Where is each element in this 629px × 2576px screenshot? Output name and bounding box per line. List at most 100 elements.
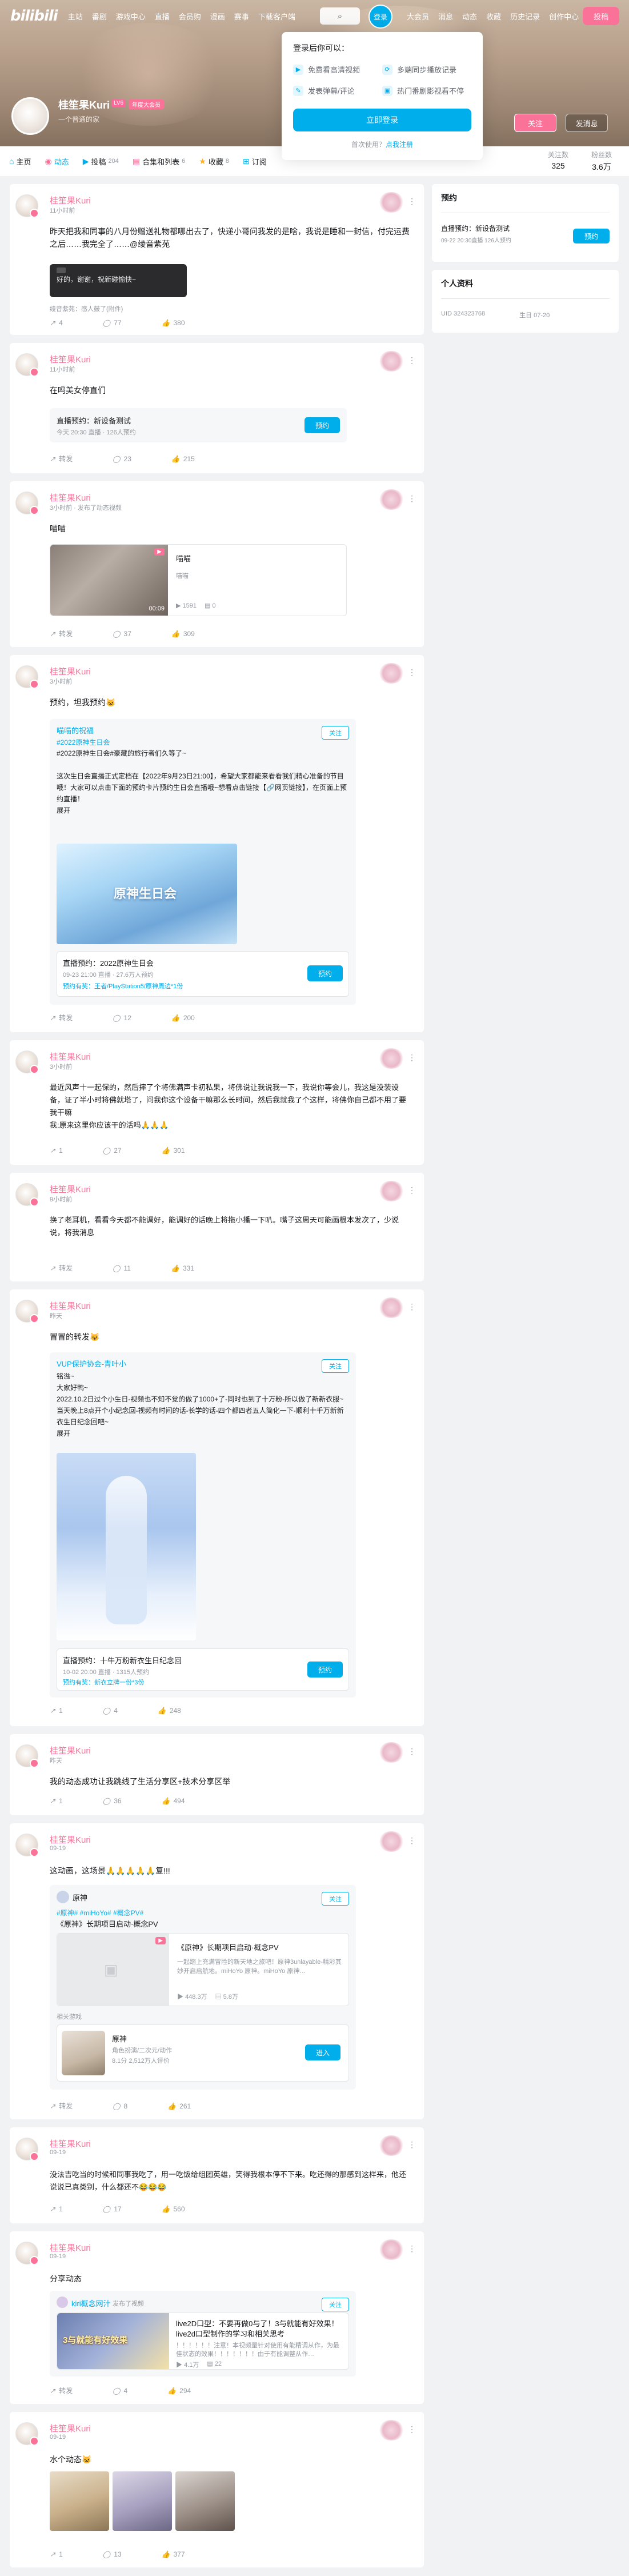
upload-button[interactable]: 投稿 xyxy=(583,7,619,25)
nav-main[interactable]: 主站 xyxy=(68,11,83,22)
follow-button[interactable]: 关注 xyxy=(322,2298,349,2311)
forward-author[interactable]: kiri概念网汁 xyxy=(71,2298,111,2309)
like-button[interactable]: 👍 331 xyxy=(171,1264,194,1272)
nav-message[interactable]: 消息 xyxy=(438,11,453,22)
share-button[interactable]: ↗ 1 xyxy=(50,2205,63,2213)
post-author[interactable]: 桂笙果Kuri xyxy=(50,492,91,504)
search-icon[interactable]: ⌕ xyxy=(320,7,360,25)
comment-button[interactable]: ◯ 77 xyxy=(103,319,122,327)
post-author[interactable]: 桂笙果Kuri xyxy=(50,194,91,206)
avatar[interactable] xyxy=(15,2242,39,2265)
stat-fans[interactable]: 粉丝数 3.6万 xyxy=(591,150,612,173)
reserve-button[interactable]: 预约 xyxy=(307,965,343,981)
nav-history[interactable]: 历史记录 xyxy=(510,11,540,22)
post-author[interactable]: 桂笙果Kuri xyxy=(50,2422,91,2434)
comment-button[interactable]: ◯ 8 xyxy=(113,2102,127,2110)
nav-dynamic[interactable]: 动态 xyxy=(462,11,477,22)
tab-upload[interactable]: ▶ 投稿 204 xyxy=(83,156,119,167)
like-button[interactable]: 👍 494 xyxy=(162,1797,185,1805)
forward-author[interactable]: 原神 xyxy=(73,1892,87,1903)
avatar[interactable] xyxy=(15,1834,39,1857)
share-button[interactable]: ↗ 1 xyxy=(50,1147,63,1155)
nav-manga[interactable]: 漫画 xyxy=(210,11,225,22)
reserve-button[interactable]: 预约 xyxy=(307,1662,343,1678)
share-button[interactable]: ↗ 转发 xyxy=(50,1263,73,1273)
like-button[interactable]: 👍 261 xyxy=(167,2102,191,2110)
topic-tag[interactable]: #2022原神生日会 xyxy=(57,737,110,747)
share-button[interactable]: ↗ 1 xyxy=(50,1797,63,1805)
comment-button[interactable]: ◯ 37 xyxy=(113,630,131,638)
comment-button[interactable]: ◯ 11 xyxy=(113,1264,131,1272)
comment-button[interactable]: ◯ 23 xyxy=(113,455,131,463)
avatar[interactable] xyxy=(15,194,39,218)
follow-button[interactable]: 关注 xyxy=(514,114,556,132)
photo-thumb[interactable] xyxy=(113,2471,172,2531)
avatar[interactable] xyxy=(15,353,39,377)
forward-author[interactable]: 喵喵的祝福 xyxy=(57,725,94,736)
post-author[interactable]: 桂笙果Kuri xyxy=(50,1744,91,1756)
post-author[interactable]: 桂笙果Kuri xyxy=(50,1834,91,1846)
avatar[interactable] xyxy=(15,2138,39,2161)
like-button[interactable]: 👍 200 xyxy=(171,1014,195,1022)
like-button[interactable]: 👍 215 xyxy=(171,455,195,463)
more-icon[interactable]: ⋮ xyxy=(408,197,416,206)
avatar[interactable] xyxy=(15,665,39,689)
post-author[interactable]: 桂笙果Kuri xyxy=(50,2242,91,2254)
share-button[interactable]: ↗ 1 xyxy=(50,1707,63,1715)
stat-following[interactable]: 关注数 325 xyxy=(548,150,568,173)
topic-tag[interactable]: #原神# #miHoYo# #概念PV# xyxy=(57,1908,143,1918)
post-author[interactable]: 桂笙果Kuri xyxy=(50,665,91,677)
forwarded-post[interactable]: kiri概念网汁 发布了视频 关注 3与就能有好效果 live2D口型：不要再做… xyxy=(50,2291,356,2377)
video-card[interactable]: ▣ ▶ 《原神》长期项目启动·概念PV 一起踏上充满冒险的新天地之旅吧！原神3u… xyxy=(57,1933,349,2006)
forwarded-post[interactable]: 原神 关注 #原神# #miHoYo# #概念PV# 《原神》长期项目启动·概念… xyxy=(50,1885,356,2090)
live-reserve-card[interactable]: 直播预约：2022原神生日会 09-23 21:00 直播 · 27.6万人预约… xyxy=(57,951,349,997)
post-author[interactable]: 桂笙果Kuri xyxy=(50,1300,91,1312)
forwarded-post[interactable]: 喵喵的祝福 关注 #2022原神生日会 #2022原神生日会#豪藏的旅行者们久等… xyxy=(50,719,356,1005)
share-button[interactable]: ↗ 4 xyxy=(50,319,63,327)
nav-game[interactable]: 游戏中心 xyxy=(116,11,146,22)
tab-favorite[interactable]: ★ 收藏 8 xyxy=(199,156,229,167)
reserve-button[interactable]: 预约 xyxy=(573,229,610,243)
nav-live[interactable]: 直播 xyxy=(155,11,170,22)
bilibili-logo[interactable]: bilibili xyxy=(10,7,58,25)
more-icon[interactable]: ⋮ xyxy=(408,2425,416,2434)
more-icon[interactable]: ⋮ xyxy=(408,1836,416,1846)
forward-author[interactable]: VUP保护协会-青叶小 xyxy=(57,1358,126,1369)
like-button[interactable]: 👍 377 xyxy=(162,2550,185,2558)
login-button[interactable]: 立即登录 xyxy=(293,109,471,131)
comment-button[interactable]: ◯ 4 xyxy=(103,1707,118,1715)
share-button[interactable]: ↗ 转发 xyxy=(50,454,73,464)
tab-home[interactable]: ⌂ 主页 xyxy=(9,156,31,167)
comment-button[interactable]: ◯ 36 xyxy=(103,1797,122,1805)
nav-anime[interactable]: 番剧 xyxy=(92,11,107,22)
avatar[interactable] xyxy=(15,1744,39,1768)
share-button[interactable]: ↗ 转发 xyxy=(50,2386,73,2395)
photo-thumb[interactable] xyxy=(175,2471,235,2531)
avatar[interactable] xyxy=(15,2422,39,2446)
message-button[interactable]: 发消息 xyxy=(566,114,608,132)
tab-dynamic[interactable]: ◉ 动态 xyxy=(45,156,69,167)
nav-download[interactable]: 下载客户端 xyxy=(258,11,295,22)
more-icon[interactable]: ⋮ xyxy=(408,2140,416,2150)
post-author[interactable]: 桂笙果Kuri xyxy=(50,2138,91,2150)
avatar[interactable] xyxy=(15,1183,39,1207)
register-link[interactable]: 点我注册 xyxy=(386,141,413,149)
like-button[interactable]: 👍 380 xyxy=(162,319,185,327)
enter-game-button[interactable]: 进入 xyxy=(305,2044,340,2060)
more-icon[interactable]: ⋮ xyxy=(408,668,416,677)
nav-vip[interactable]: 大会员 xyxy=(407,11,429,22)
login-avatar-button[interactable]: 登录 xyxy=(368,5,392,29)
game-card[interactable]: 原神 角色扮演/二次元/动作 8.1分 2,512万人评价 进入 xyxy=(57,2024,349,2082)
more-icon[interactable]: ⋮ xyxy=(408,1302,416,1312)
tab-collection[interactable]: ▤ 合集和列表 6 xyxy=(133,156,185,167)
like-button[interactable]: 👍 309 xyxy=(171,630,195,638)
follow-button[interactable]: 关注 xyxy=(322,1892,349,1906)
more-icon[interactable]: ⋮ xyxy=(408,356,416,365)
post-author[interactable]: 桂笙果Kuri xyxy=(50,353,91,365)
nav-creator[interactable]: 创作中心 xyxy=(549,11,579,22)
costume-image[interactable] xyxy=(57,1453,196,1640)
nav-favorite[interactable]: 收藏 xyxy=(486,11,501,22)
forwarded-post[interactable]: VUP保护协会-青叶小 关注 铭溢~ 大家好鸭~ 2022.10.2日过个小生日… xyxy=(50,1352,356,1698)
post-author[interactable]: 桂笙果Kuri xyxy=(50,1051,91,1063)
avatar[interactable] xyxy=(57,2297,68,2308)
